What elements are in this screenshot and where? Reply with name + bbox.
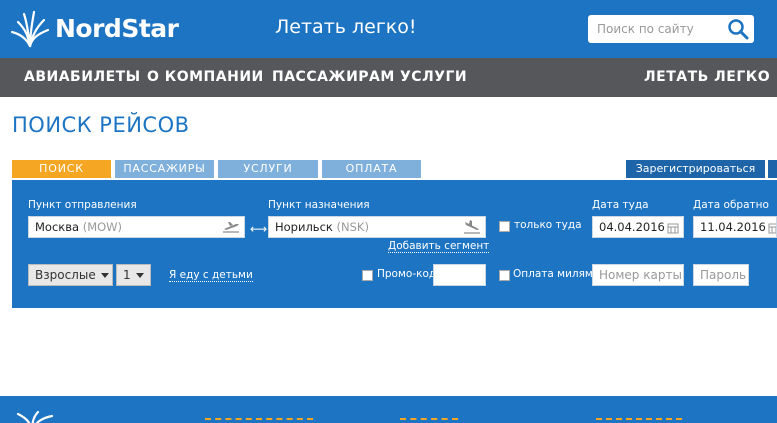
passenger-count-select[interactable]: 1 (116, 264, 151, 286)
chevron-down-icon (135, 273, 144, 278)
calendar-icon (667, 220, 679, 237)
footer-heading-passengers (205, 418, 313, 421)
origin-label: Пункт отправления (28, 199, 137, 211)
date-back-field[interactable]: 11.04.2016 (693, 216, 777, 238)
tab-passengers[interactable]: ПАССАЖИРЫ (115, 160, 214, 178)
footer-logo-icon (12, 410, 56, 423)
footer-heading-services (400, 418, 458, 421)
miles-label: Оплата милями (513, 268, 600, 280)
origin-city: Москва (35, 220, 80, 234)
nav-item-about[interactable]: О КОМПАНИИ (147, 69, 264, 85)
promo-code-input[interactable] (433, 264, 486, 286)
main-nav: АВИАБИЛЕТЫ О КОМПАНИИ ПАССАЖИРАМ УСЛУГИ … (0, 58, 777, 97)
nav-item-services[interactable]: УСЛУГИ (400, 69, 467, 85)
calendar-icon (768, 220, 776, 237)
one-way-label: только туда (514, 219, 582, 231)
landing-icon (463, 220, 481, 237)
destination-field[interactable]: Норильск (NSK) (268, 216, 486, 238)
chevron-down-icon (100, 273, 109, 278)
slogan: Летать легко! (275, 16, 417, 38)
passenger-count-value: 1 (123, 268, 131, 282)
promo-label: Промо-код (377, 268, 437, 280)
logo[interactable]: NordStar (10, 8, 179, 48)
promo-checkbox[interactable] (362, 270, 373, 281)
password-input[interactable] (693, 264, 749, 286)
search-input[interactable] (588, 15, 728, 43)
passenger-type-value: Взрослые (35, 268, 96, 282)
date-back-label: Дата обратно (693, 199, 769, 211)
nordstar-logo-icon (10, 10, 50, 48)
with-children-link[interactable]: Я еду с детьми (169, 269, 253, 282)
header: NordStar Летать легко! (0, 0, 777, 58)
takeoff-icon (222, 220, 240, 237)
nav-item-passengers[interactable]: ПАССАЖИРАМ (272, 69, 395, 85)
date-out-value: 04.04.2016 (599, 220, 665, 234)
tab-payment[interactable]: ОПЛАТА (322, 160, 421, 178)
search-icon[interactable] (727, 18, 749, 44)
date-out-field[interactable]: 04.04.2016 (592, 216, 684, 238)
destination-city: Норильск (275, 220, 333, 234)
footer-heading-partners (596, 418, 682, 421)
origin-field[interactable]: Москва (MOW) (28, 216, 245, 238)
destination-code: (NSK) (336, 220, 369, 234)
destination-label: Пункт назначения (268, 199, 370, 211)
logo-text: NordStar (55, 13, 179, 43)
register-button[interactable]: Зарегистрироваться (626, 160, 765, 178)
swap-arrows-icon[interactable]: ⟷ (250, 222, 267, 236)
secondary-button[interactable] (768, 160, 777, 178)
footer (0, 396, 777, 423)
card-number-input[interactable] (592, 264, 684, 286)
site-search (588, 15, 754, 43)
origin-code: (MOW) (82, 220, 123, 234)
one-way-checkbox[interactable] (499, 221, 510, 232)
miles-checkbox[interactable] (499, 270, 510, 281)
date-back-value: 11.04.2016 (700, 220, 766, 234)
passenger-type-select[interactable]: Взрослые (28, 264, 113, 286)
nav-item-tickets[interactable]: АВИАБИЛЕТЫ (24, 69, 141, 85)
add-segment-link[interactable]: Добавить сегмент (388, 240, 490, 253)
date-out-label: Дата туда (592, 199, 649, 211)
page-title: ПОИСК РЕЙСОВ (12, 113, 190, 137)
nav-item-fly-easy[interactable]: ЛЕТАТЬ ЛЕГКО (644, 69, 770, 85)
tab-services[interactable]: УСЛУГИ (218, 160, 318, 178)
tab-search[interactable]: ПОИСК (12, 160, 111, 178)
